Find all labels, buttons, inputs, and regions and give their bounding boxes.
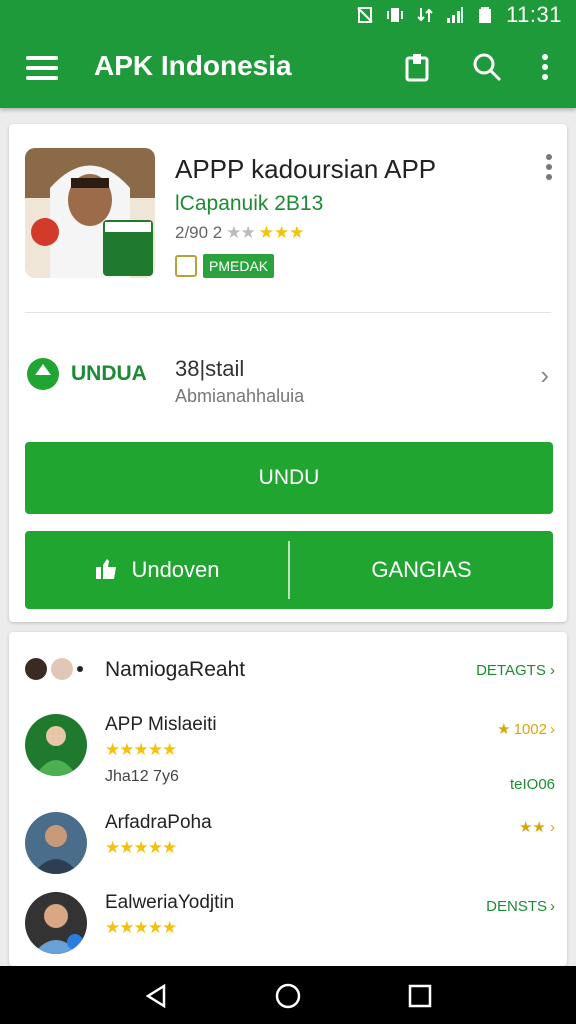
home-icon[interactable] xyxy=(274,982,302,1010)
app-rating: 2/90 2 ★★ ★★★ xyxy=(175,223,304,243)
rating-count: 2/90 2 xyxy=(175,223,223,242)
review-name: APP Mislaeiti xyxy=(105,714,217,735)
reviews-title: NamiogaReaht xyxy=(105,658,246,681)
clipboard-icon[interactable] xyxy=(402,52,432,82)
data-arrows-icon xyxy=(417,8,433,22)
app-icon-image xyxy=(25,148,155,278)
reviews-link-label: DETAGTS xyxy=(476,662,546,679)
download-info-main: 38|stail xyxy=(175,356,245,381)
status-bar: 11:31 xyxy=(356,2,562,27)
review-item[interactable]: ArfadraPoha ★★★★★ ★★ › xyxy=(25,812,555,892)
download-logo-icon xyxy=(27,358,59,390)
gangias-button[interactable]: GANGIAS xyxy=(290,531,553,609)
rating-stars-gold: ★★★ xyxy=(258,223,305,242)
no-sim-icon xyxy=(357,7,373,23)
vibrate-icon xyxy=(387,8,404,22)
download-logo-label: UNDUA xyxy=(71,362,147,385)
review-rating-link[interactable]: ★ 1002 › xyxy=(497,720,555,739)
review-name: ArfadraPoha xyxy=(105,812,212,833)
app-bar-title: APK Indonesia xyxy=(94,50,292,81)
undoven-button[interactable]: Undoven xyxy=(25,531,288,609)
top-app-bar: 11:31 APK Indonesia xyxy=(0,0,576,108)
avatar xyxy=(51,658,73,680)
avatar xyxy=(25,658,47,680)
card-more-icon[interactable] xyxy=(545,154,553,180)
app-icon[interactable] xyxy=(25,148,155,278)
search-icon[interactable] xyxy=(472,52,502,82)
reviews-header: NamiogaReaht DETAGTS › xyxy=(25,656,555,686)
download-icon xyxy=(96,559,117,579)
status-time: 11:31 xyxy=(506,2,562,27)
avatar xyxy=(25,714,87,776)
review-item[interactable]: APP Mislaeiti ★★★★★ Jha12 7y6 ★ 1002 › te… xyxy=(25,714,555,794)
more-vert-icon[interactable] xyxy=(530,52,560,82)
review-stars: ★★★★★ xyxy=(105,918,177,937)
app-title: APPP kadoursian APP xyxy=(175,154,437,184)
reviewer-avatars xyxy=(25,658,83,680)
app-developer[interactable]: lCapanuik 2B13 xyxy=(175,192,323,216)
app-badges: PMEDAK xyxy=(175,254,275,278)
review-name: EalweriaYodjtin xyxy=(105,892,235,913)
divider xyxy=(25,312,551,313)
review-extra: Jha12 7y6 xyxy=(105,768,179,785)
dot-icon xyxy=(77,666,83,672)
review-details-link[interactable]: DENSTS › xyxy=(486,898,555,915)
recents-icon[interactable] xyxy=(406,982,434,1010)
system-nav-bar xyxy=(0,966,576,1024)
app-bar: APK Indonesia xyxy=(0,40,576,96)
avatar xyxy=(25,812,87,874)
category-badge: PMEDAK xyxy=(203,254,275,278)
review-right-top: DENSTS xyxy=(486,898,547,915)
download-button[interactable]: UNDU xyxy=(25,442,553,514)
rating-stars-grey: ★★ xyxy=(226,223,256,242)
avatar xyxy=(25,892,87,954)
app-details-card: APPP kadoursian APP lCapanuik 2B13 2/90 … xyxy=(9,124,567,622)
review-stars: ★★★★★ xyxy=(105,838,177,857)
download-info-sub: Abmianahhaluia xyxy=(175,386,305,406)
battery-icon xyxy=(479,7,492,23)
gangias-label: GANGIAS xyxy=(371,557,472,582)
action-buttons: Undoven GANGIAS xyxy=(25,531,553,609)
review-stars: ★★★★★ xyxy=(105,740,177,759)
reviews-card: NamiogaReaht DETAGTS › APP Mislaeiti ★★★… xyxy=(9,632,567,966)
undoven-label: Undoven xyxy=(131,557,220,582)
review-right-top: 1002 xyxy=(513,720,547,738)
reviews-details-link[interactable]: DETAGTS › xyxy=(476,662,555,679)
menu-icon[interactable] xyxy=(26,56,58,80)
review-right-bottom: teIO06 xyxy=(509,776,555,793)
content-rating-icon xyxy=(175,255,197,277)
review-item[interactable]: EalweriaYodjtin ★★★★★ DENSTS › xyxy=(25,892,555,972)
back-icon[interactable] xyxy=(142,982,170,1010)
chevron-right-icon[interactable]: › xyxy=(540,360,549,391)
signal-icon xyxy=(447,7,464,23)
review-rating-link[interactable]: ★★ › xyxy=(519,818,555,836)
